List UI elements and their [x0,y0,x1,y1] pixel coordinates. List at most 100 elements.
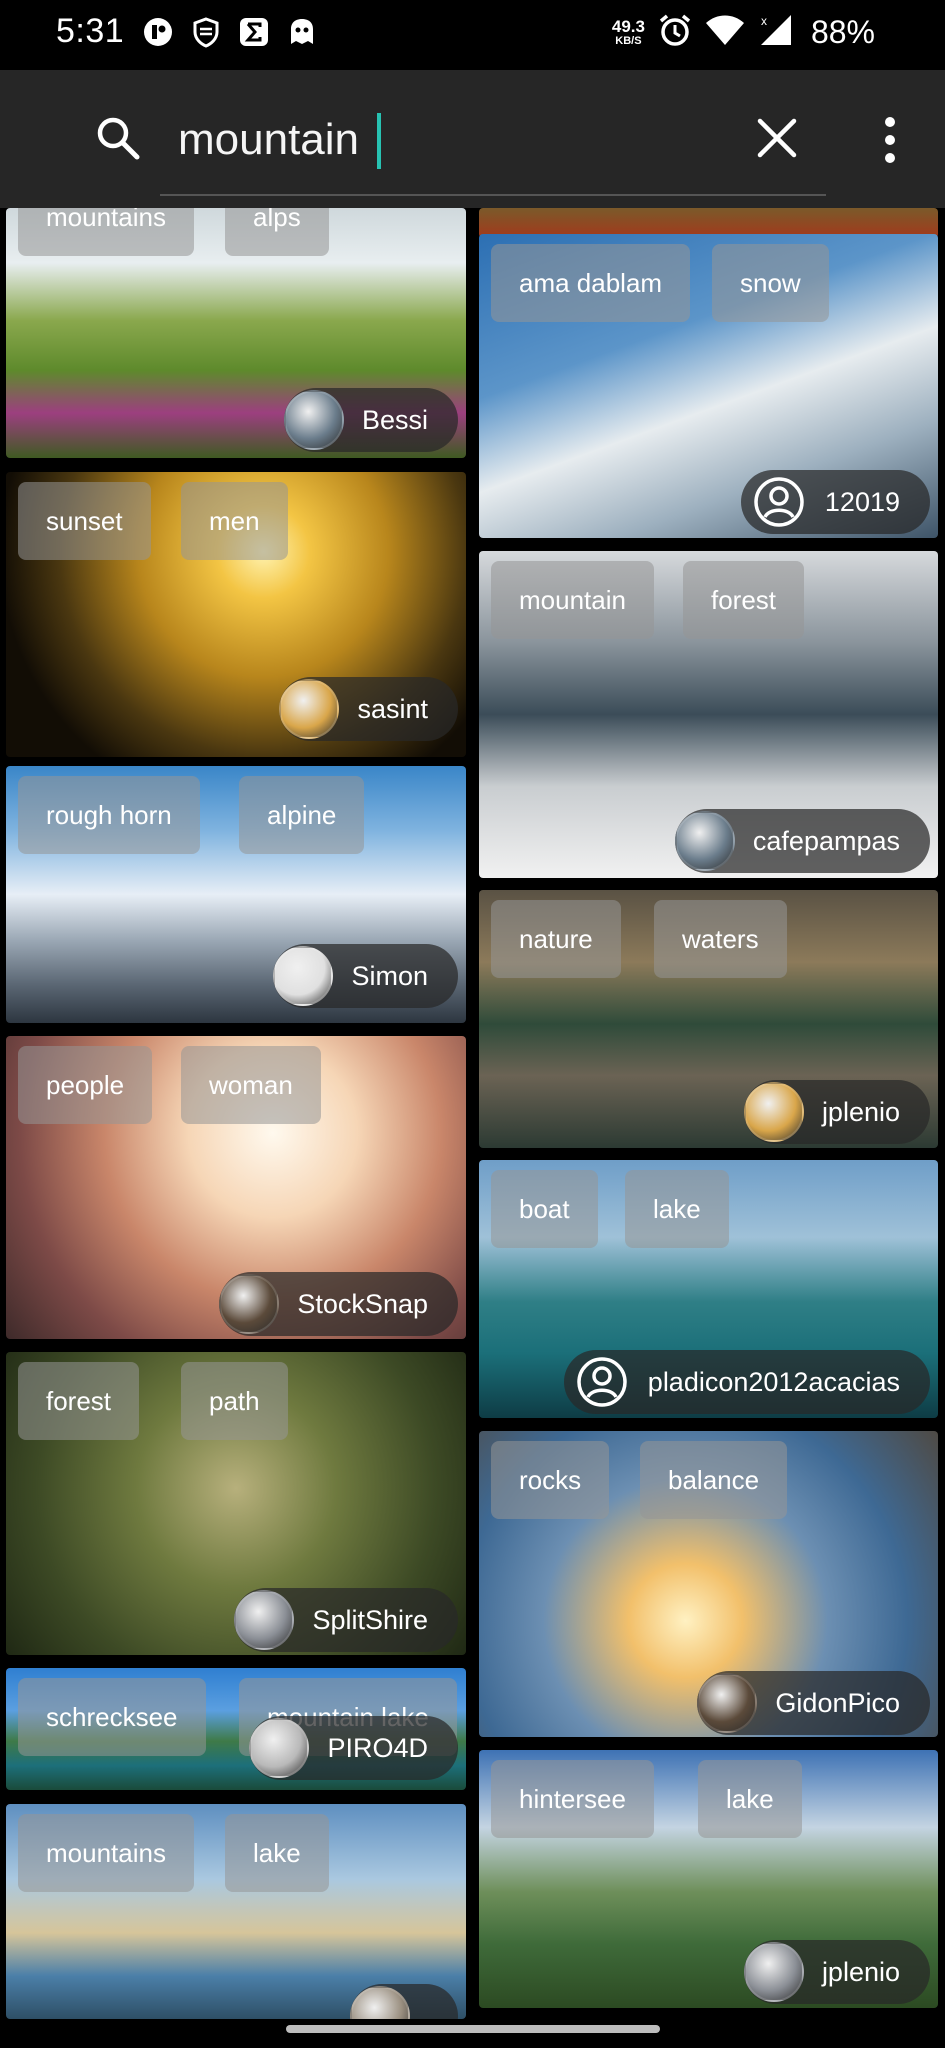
status-bar: 5:31 49.3 KB/S x 88% [0,0,945,70]
avatar [279,679,340,739]
close-icon[interactable] [752,108,802,168]
left-photo-tile[interactable]: people woman StockSnap [6,1036,466,1339]
tag-chip[interactable]: balance [640,1441,788,1519]
avatar [234,1590,295,1650]
left-photo-tile[interactable]: mountains lake [6,1804,466,2019]
avatar [249,1718,310,1778]
avatar [743,1942,804,2002]
right-photo-tile[interactable]: rocks balance GidonPico [479,1431,938,1737]
tag-chip[interactable]: snow [712,244,829,322]
tag-chip[interactable]: path [181,1362,288,1440]
text-caret [377,113,381,169]
author-name: pladicon2012acacias [647,1366,900,1397]
avatar [674,811,735,871]
author-name: Bessi [361,404,428,435]
ghost-icon [286,16,318,48]
author-name: GidonPico [775,1687,900,1718]
right-photo-tile[interactable]: boat lake pladicon2012acacias [479,1160,938,1418]
tag-chip[interactable]: alpine [239,776,365,854]
tag-chip[interactable]: woman [181,1046,321,1124]
author-pill[interactable]: PIRO4D [249,1716,458,1780]
sigma-icon [238,16,270,48]
search-icon[interactable] [92,112,144,164]
system-indicators: 49.3 KB/S x 88% [612,12,875,53]
more-vert-icon[interactable] [870,108,910,172]
right-photo-tile[interactable]: hintersee lake jplenio [479,1750,938,2008]
avatar [219,1274,280,1334]
tag-chip[interactable]: schrecksee [18,1678,206,1756]
wifi-icon [705,13,745,52]
tag-chip[interactable]: people [18,1046,153,1124]
author-pill[interactable]: jplenio [743,1080,930,1144]
left-photo-tile[interactable]: forest path SplitShire [6,1352,466,1655]
author-pill[interactable]: GidonPico [697,1671,930,1735]
left-photo-tile[interactable]: mountains alps Bessi [6,208,466,458]
user-circle-icon [577,1357,627,1407]
author-name: sasint [357,693,428,724]
tag-chip[interactable]: boat [491,1170,598,1248]
tag-chip[interactable]: nature [491,900,621,978]
app-notification-icon [142,16,174,48]
tag-chip[interactable]: rough horn [18,776,200,854]
author-pill[interactable]: sasint [279,677,458,741]
left-photo-tile[interactable]: schreckseemountain lakePIRO4D [6,1668,466,1790]
tag-chip[interactable]: waters [654,900,787,978]
left-photo-tile[interactable]: rough horn alpine Simon [6,766,466,1023]
status-time: 5:31 [56,12,125,50]
author-pill[interactable]: Bessi [283,388,458,452]
author-pill[interactable]: SplitShire [234,1588,458,1652]
network-speed: 49.3 KB/S [611,16,645,47]
tag-chip[interactable]: hintersee [491,1760,654,1838]
author-name: StockSnap [297,1288,428,1319]
author-pill[interactable]: jplenio [743,1940,930,2004]
author-pill[interactable] [350,1984,458,2019]
right-photo-tile[interactable]: nature waters jplenio [479,890,938,1148]
author-pill[interactable]: Simon [273,944,458,1008]
avatar [350,1986,410,2019]
tag-chip[interactable]: lake [625,1170,729,1248]
tag-chip[interactable]: alps [225,208,329,256]
home-indicator[interactable] [286,2025,660,2033]
signal-icon: x [757,13,793,52]
left-photo-tile[interactable]: sunset men sasint [6,472,466,757]
author-name: jplenio [821,1096,900,1127]
battery-level: 88% [810,14,875,50]
author-name: Simon [351,960,428,991]
user-circle-icon [754,477,804,527]
author-name: SplitShire [312,1604,428,1635]
alarm-icon [657,12,693,53]
right-photo-tile[interactable]: mountain forest cafepampas [479,551,938,878]
search-input[interactable] [178,108,738,172]
author-pill[interactable]: 12019 [740,470,930,534]
tag-chip[interactable]: ama dablam [491,244,691,322]
avatar [283,390,344,450]
tag-chip[interactable]: sunset [18,482,151,560]
shield-icon [190,16,222,48]
search-underline [160,194,826,196]
avatar [743,1082,804,1142]
tag-chip[interactable]: forest [683,561,805,639]
author-name: cafepampas [752,825,900,856]
tag-chip[interactable]: mountain [491,561,654,639]
tag-chip[interactable]: men [181,482,288,560]
svg-text:x: x [761,14,767,28]
author-name: jplenio [821,1956,900,1987]
author-pill[interactable]: cafepampas [674,809,930,873]
author-pill[interactable]: StockSnap [219,1272,458,1336]
author-name: PIRO4D [327,1732,428,1763]
notification-icons [142,16,318,48]
tag-chip[interactable]: mountains [18,208,194,256]
author-pill[interactable]: pladicon2012acacias [563,1350,930,1414]
tag-chip[interactable]: lake [225,1814,329,1892]
tag-chip[interactable]: forest [18,1362,140,1440]
search-toolbar [0,70,945,208]
author-name: 12019 [824,486,900,517]
network-speed-unit: KB/S [615,34,642,47]
avatar [273,946,334,1006]
network-speed-value: 49.3 [611,16,645,36]
tag-chip[interactable]: mountains [18,1814,194,1892]
tag-chip[interactable]: rocks [491,1441,610,1519]
right-photo-tile[interactable]: ama dablam snow 12019 [479,234,938,538]
tag-chip[interactable]: lake [698,1760,802,1838]
avatar [697,1673,758,1733]
